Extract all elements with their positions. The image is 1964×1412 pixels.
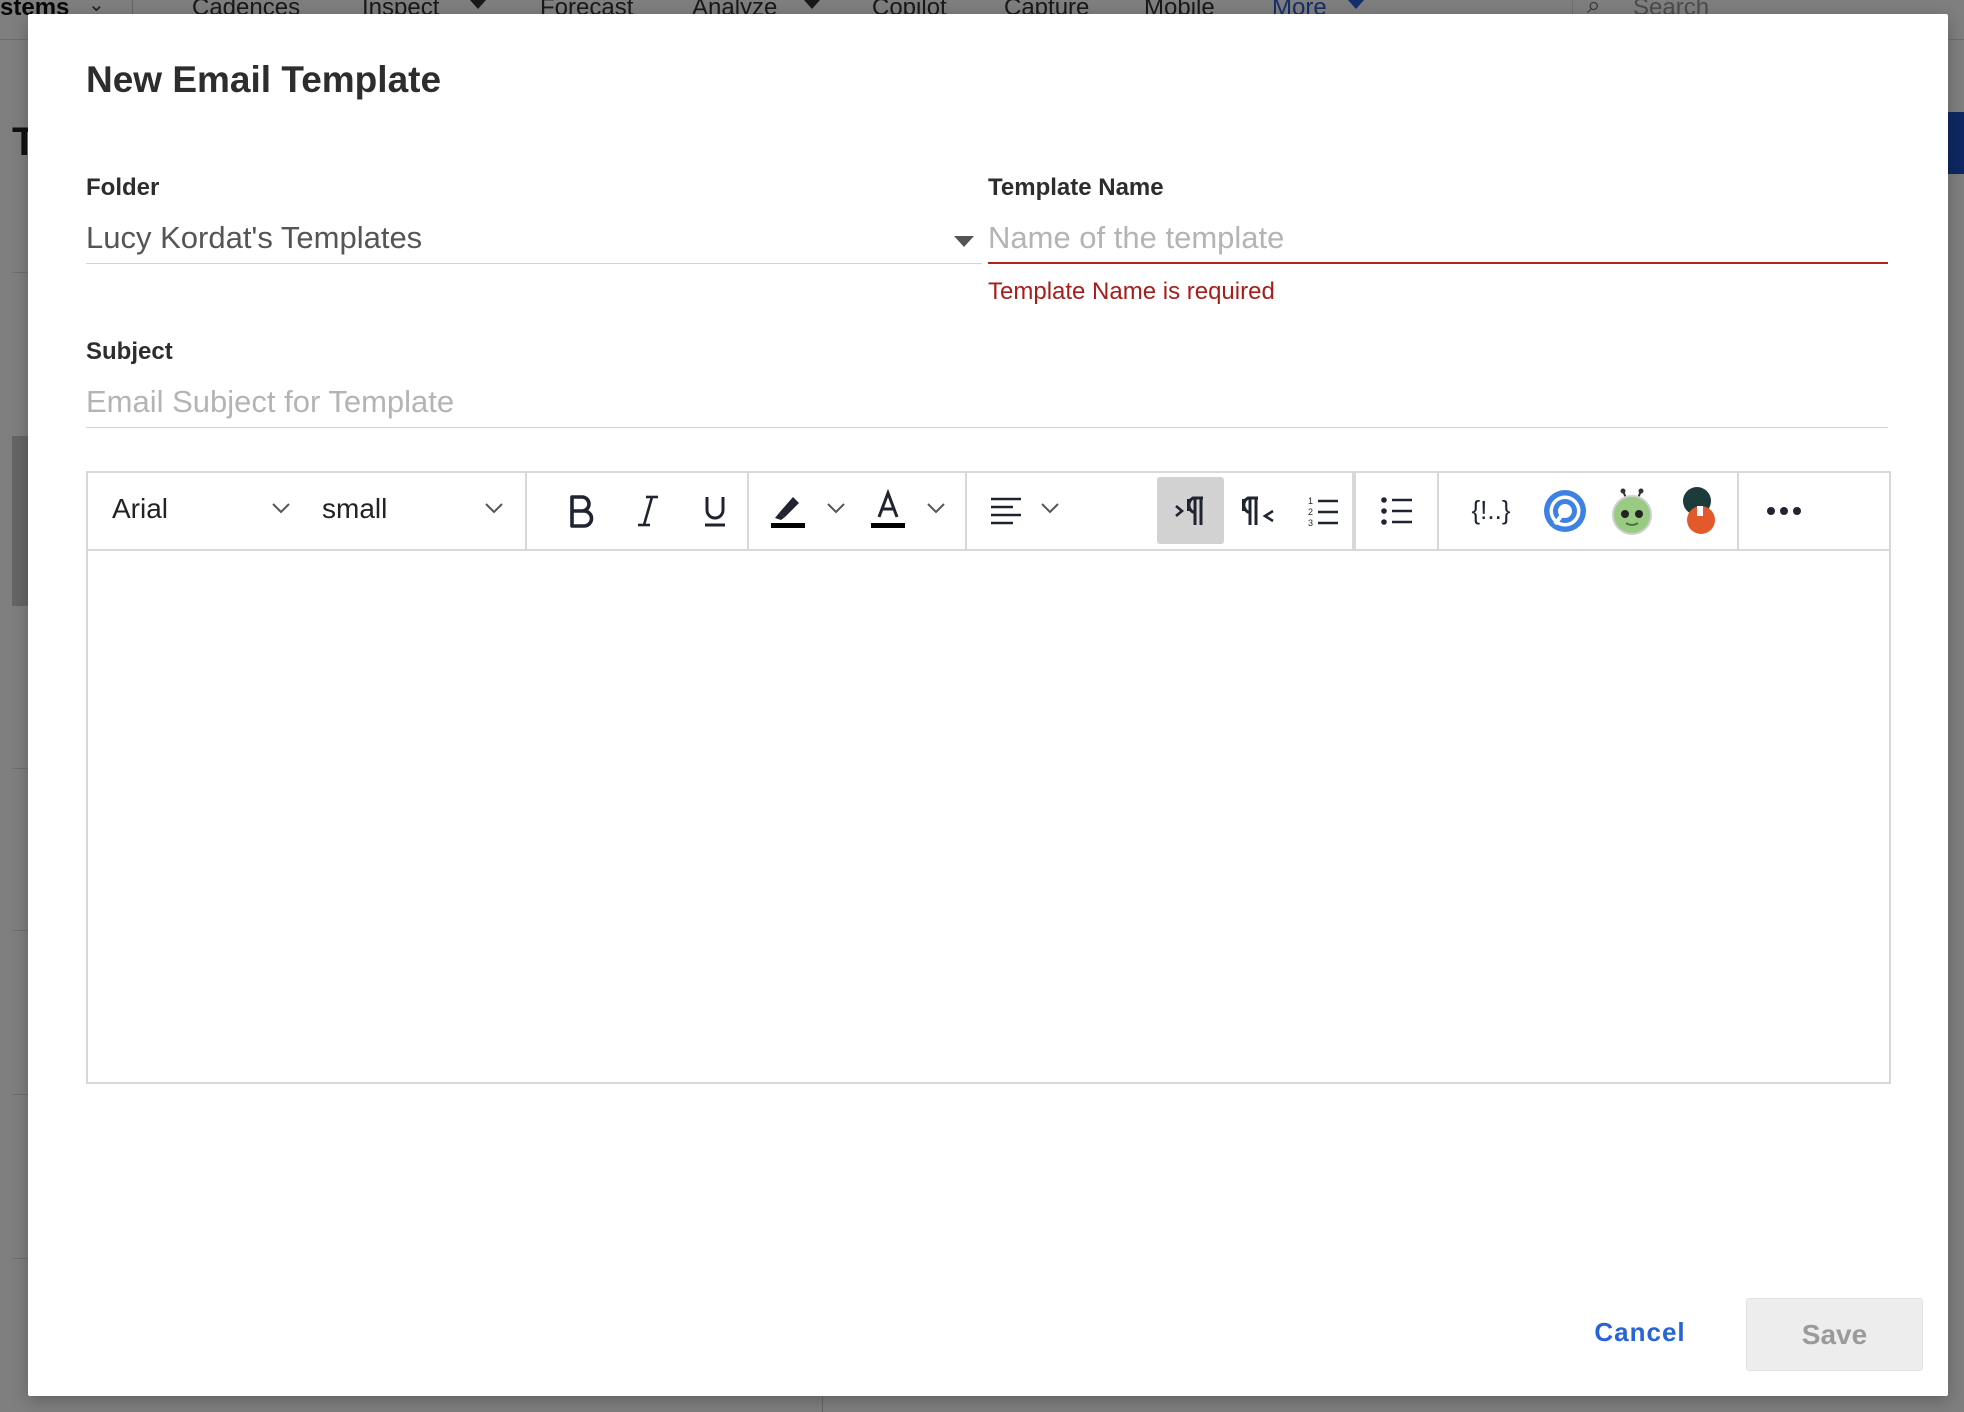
template-name-label: Template Name xyxy=(988,174,1164,201)
font-family-value: Arial xyxy=(112,493,169,524)
rtl-direction-button[interactable] xyxy=(1224,477,1291,544)
svg-text:3: 3 xyxy=(1308,518,1313,528)
italic-icon xyxy=(637,495,658,526)
new-email-template-dialog: New Email Template Folder Lucy Kordat's … xyxy=(28,14,1948,1396)
align-button[interactable] xyxy=(987,481,1069,541)
cancel-button[interactable]: Cancel xyxy=(1570,1312,1710,1352)
numbered-list-button[interactable]: 1 2 3 xyxy=(1289,477,1356,544)
folder-value: Lucy Kordat's Templates xyxy=(86,220,423,255)
font-color-icon xyxy=(871,488,905,528)
rtl-paragraph-icon xyxy=(1241,496,1274,525)
robot-icon xyxy=(1611,488,1652,535)
italic-button[interactable] xyxy=(614,477,681,544)
caret-down-icon xyxy=(954,236,974,247)
rich-text-editor: Arial small 1 2 3 {!..} xyxy=(86,471,1891,1084)
chevron-down-icon xyxy=(927,503,945,514)
editor-toolbar: Arial small 1 2 3 {!..} xyxy=(88,473,1889,551)
ltr-direction-button[interactable] xyxy=(1157,477,1224,544)
subject-field xyxy=(86,378,1888,428)
save-button[interactable]: Save xyxy=(1746,1298,1923,1371)
numbered-list-icon: 1 2 3 xyxy=(1308,496,1338,528)
bulleted-list-button[interactable] xyxy=(1363,477,1430,544)
merge-field-button[interactable]: {!..} xyxy=(1453,477,1529,544)
subject-input[interactable] xyxy=(86,378,1888,426)
chevron-down-icon xyxy=(485,503,503,514)
subject-label: Subject xyxy=(86,338,173,365)
chevron-down-icon xyxy=(272,503,290,514)
highlighter-icon xyxy=(771,497,805,528)
font-size-select[interactable]: small xyxy=(298,473,527,549)
template-name-input[interactable] xyxy=(988,214,1888,262)
font-color-button[interactable] xyxy=(869,481,963,541)
insert-group: {!..} xyxy=(1437,473,1739,549)
editor-body[interactable] xyxy=(88,551,1889,1082)
chevron-down-icon xyxy=(1041,503,1059,514)
underline-icon xyxy=(704,496,725,526)
text-style-group xyxy=(527,473,749,549)
folder-label: Folder xyxy=(86,174,160,201)
highlight-color-button[interactable] xyxy=(769,481,863,541)
svg-text:2: 2 xyxy=(1308,507,1313,517)
merge-field-label: {!..} xyxy=(1471,495,1511,525)
paragraph-group: 1 2 3 xyxy=(967,473,1354,549)
bold-icon xyxy=(569,494,593,528)
more-options-button[interactable] xyxy=(1750,477,1817,544)
align-left-icon xyxy=(991,497,1021,525)
divider xyxy=(1354,473,1356,549)
bold-button[interactable] xyxy=(547,477,614,544)
s-integration-button[interactable] xyxy=(1665,477,1732,544)
color-group xyxy=(749,473,967,549)
s-logo-icon xyxy=(1682,486,1715,534)
target-icon xyxy=(1543,489,1586,532)
robot-integration-button[interactable] xyxy=(1598,477,1665,544)
target-integration-button[interactable] xyxy=(1531,477,1598,544)
folder-select[interactable]: Lucy Kordat's Templates xyxy=(86,214,982,264)
font-size-value: small xyxy=(322,493,388,524)
font-family-select[interactable]: Arial xyxy=(88,473,298,549)
bulleted-list-icon xyxy=(1380,496,1412,525)
chevron-down-icon xyxy=(827,503,845,514)
template-name-error: Template Name is required xyxy=(988,278,1275,305)
template-name-field xyxy=(988,214,1888,264)
svg-text:1: 1 xyxy=(1308,496,1313,506)
font-group: Arial small xyxy=(88,473,527,549)
more-icon xyxy=(1766,506,1801,515)
underline-button[interactable] xyxy=(681,477,748,544)
dialog-title: New Email Template xyxy=(86,59,442,100)
ltr-paragraph-icon xyxy=(1174,496,1203,525)
